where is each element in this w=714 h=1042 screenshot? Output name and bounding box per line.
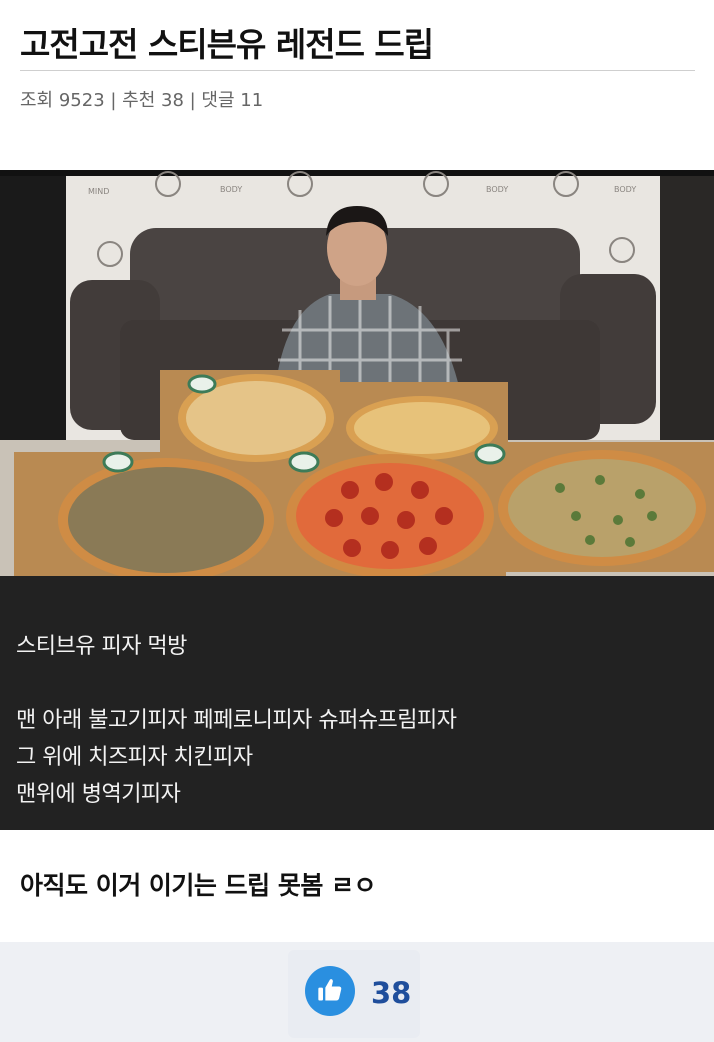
post-comment-text: 아직도 이거 이기는 드립 못봄 ㄹㅇ [20, 871, 377, 900]
caption-line: 맨 아래 불고기피자 페페로니피자 슈퍼슈프림피자 [16, 708, 457, 733]
post-meta: 조회 9523 | 추천 38 | 댓글 11 [20, 90, 264, 111]
banner-text: BODY [486, 185, 508, 194]
like-count: 38 [371, 976, 412, 1010]
thumbs-up-icon [318, 979, 342, 1001]
pizza-photo-illustration: MIND BODY BODY BODY [0, 170, 714, 576]
banner-text: BODY [220, 185, 242, 194]
like-button[interactable] [305, 966, 355, 1016]
banner-text: BODY [614, 185, 636, 194]
banner-text: MIND [88, 187, 109, 196]
caption-line: 그 위에 치즈피자 치킨피자 [16, 745, 253, 770]
caption-box: 스티브유 피자 먹방 맨 아래 불고기피자 페페로니피자 슈퍼슈프림피자 그 위… [0, 576, 714, 830]
caption-line: 맨위에 병역기피자 [16, 782, 181, 807]
pizza-photo: MIND BODY BODY BODY [0, 170, 714, 576]
caption-line: 스티브유 피자 먹방 [16, 634, 187, 659]
post-title: 고전고전 스티븐유 레전드 드립 [20, 25, 434, 64]
title-divider [20, 70, 695, 71]
